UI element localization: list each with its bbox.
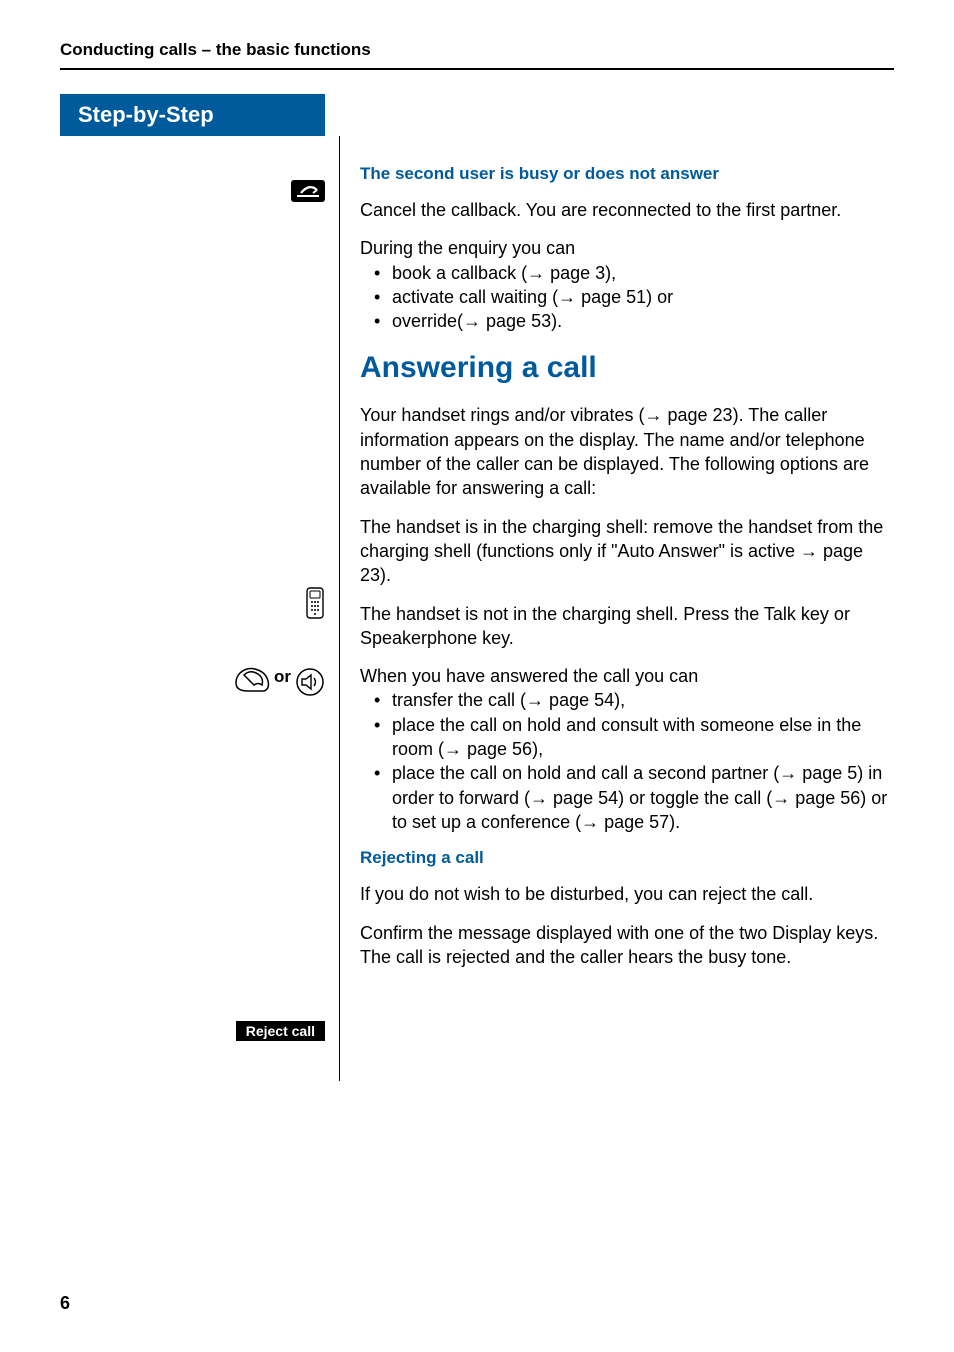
or-label: or [274, 667, 291, 687]
left-column: or Reject call [60, 136, 340, 1081]
list-item: place the call on hold and consult with … [360, 713, 894, 762]
not-in-shell-text: The handset is not in the charging shell… [360, 602, 894, 651]
cancel-key-icon [291, 180, 325, 202]
right-column: The second user is busy or does not answ… [340, 136, 894, 1081]
page-number: 6 [60, 1293, 70, 1314]
answered-intro: When you have answered the call you can [360, 664, 894, 688]
in-shell-text: The handset is in the charging shell: re… [360, 515, 894, 588]
answering-intro: Your handset rings and/or vibrates (→ pa… [360, 403, 894, 500]
enquiry-bullets: book a callback (→ page 3), activate cal… [360, 261, 894, 334]
speakerphone-key-icon [295, 667, 325, 697]
rejecting-intro: If you do not wish to be disturbed, you … [360, 882, 894, 906]
rejecting-heading: Rejecting a call [360, 848, 894, 868]
busy-heading: The second user is busy or does not answ… [360, 164, 894, 184]
list-item: override(→ page 53). [360, 309, 894, 333]
list-item: place the call on hold and call a second… [360, 761, 894, 834]
section-header: Conducting calls – the basic functions [60, 40, 894, 60]
header-divider [60, 68, 894, 70]
talk-key-icon [234, 667, 270, 693]
step-by-step-badge: Step-by-Step [60, 94, 325, 136]
cancel-callback-text: Cancel the callback. You are reconnected… [360, 198, 894, 222]
during-enquiry-intro: During the enquiry you can [360, 236, 894, 260]
list-item: book a callback (→ page 3), [360, 261, 894, 285]
answering-heading: Answering a call [360, 351, 894, 385]
handset-in-shell-icon [305, 587, 325, 621]
reject-call-button: Reject call [236, 1021, 325, 1041]
list-item: transfer the call (→ page 54), [360, 688, 894, 712]
list-item: activate call waiting (→ page 51) or [360, 285, 894, 309]
answered-bullets: transfer the call (→ page 54), place the… [360, 688, 894, 834]
rejecting-confirm: Confirm the message displayed with one o… [360, 921, 894, 970]
